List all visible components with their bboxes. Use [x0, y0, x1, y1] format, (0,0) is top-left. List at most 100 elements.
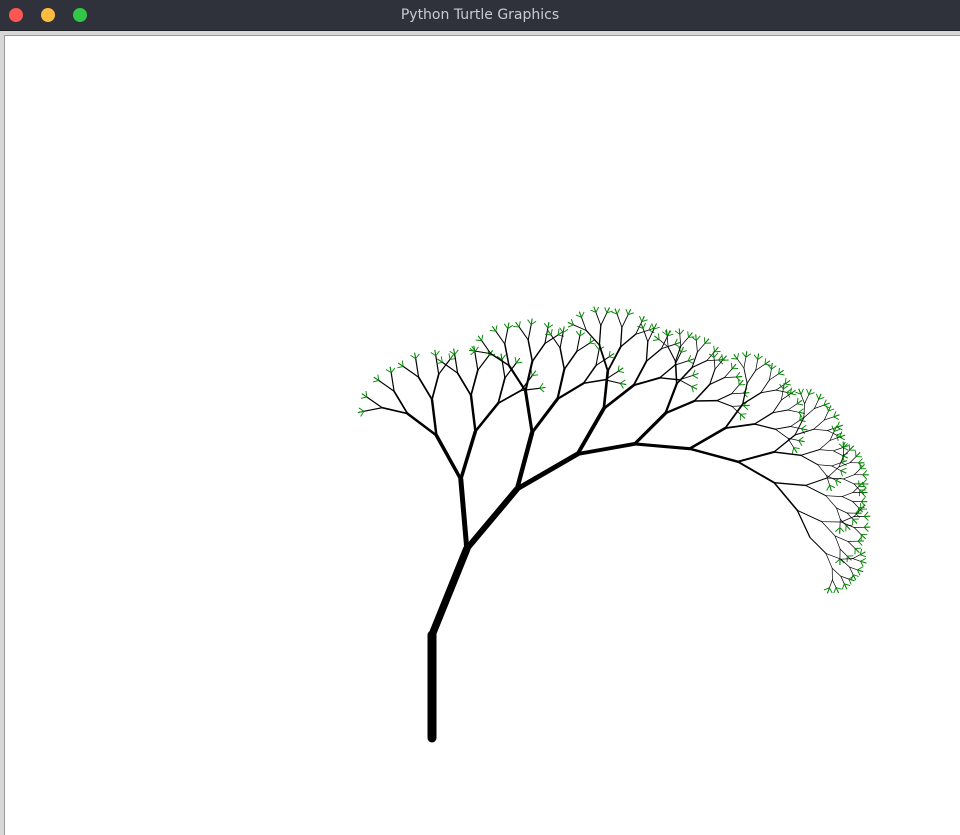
fractal-tree-drawing: [357, 306, 871, 743]
tree-leaf: [360, 396, 367, 399]
tree-branch: [796, 509, 823, 523]
tree-branch: [598, 324, 602, 346]
tree-branch: [531, 342, 546, 363]
tree-leaf: [543, 323, 549, 329]
tree-branch: [842, 474, 855, 480]
tree-branch: [667, 346, 677, 362]
tree-branch: [724, 368, 733, 378]
tree-leaf: [845, 525, 851, 530]
tree-branch: [841, 496, 854, 502]
tree-leaf: [753, 354, 759, 360]
tree-branch: [813, 419, 825, 430]
tree-leaf: [741, 352, 747, 358]
tree-branch: [743, 367, 748, 384]
tree-leaf: [778, 373, 785, 376]
tree-leaf: [829, 587, 833, 594]
tree-leaf: [839, 436, 846, 441]
tree-branch: [800, 454, 819, 466]
tree-branch: [839, 548, 848, 557]
tree-leaf: [740, 413, 747, 415]
tree-leaf: [806, 388, 810, 395]
tree-branch: [842, 478, 855, 485]
tree-branch: [633, 411, 668, 446]
tree-branch: [645, 341, 649, 362]
tree-branch: [800, 449, 820, 456]
tree-branch: [530, 397, 560, 435]
tree-branch: [402, 365, 420, 378]
tree-leaf: [857, 566, 863, 571]
tree-leaf: [785, 383, 792, 386]
tree-branch: [527, 323, 532, 341]
tree-leaf: [835, 527, 841, 532]
tree-leaf: [790, 393, 797, 396]
tree-leaf: [514, 357, 517, 364]
tree-branch: [469, 394, 477, 433]
tree-branch: [454, 353, 459, 374]
tree-branch: [843, 449, 850, 457]
tree-branch: [417, 376, 433, 401]
tree-branch: [790, 419, 801, 427]
tree-branch: [697, 342, 706, 353]
tree-branch: [434, 433, 463, 482]
tree-branch: [833, 450, 843, 456]
tree-branch: [576, 335, 581, 352]
tree-branch: [787, 409, 800, 413]
tree-branch: [363, 407, 383, 412]
tree-branch: [825, 495, 843, 497]
tree-leaf: [503, 323, 509, 329]
tree-leaf: [800, 388, 804, 395]
tree-branch: [736, 451, 775, 463]
tree-leaf: [863, 526, 869, 532]
tree-branch: [688, 447, 740, 463]
tree-branch: [731, 384, 740, 395]
tree-leaf: [798, 408, 804, 413]
tree-leaf: [825, 405, 829, 412]
tree-leaf: [703, 337, 706, 344]
tree-branch: [431, 373, 440, 401]
tree-branch: [773, 434, 796, 453]
tree-branch: [773, 481, 799, 512]
tree-branch: [645, 348, 663, 362]
tree-leaf: [846, 555, 852, 561]
tree-leaf: [527, 319, 532, 325]
tree-branch: [474, 351, 479, 371]
tree-leaf: [695, 335, 701, 341]
tree-leaf: [713, 352, 719, 358]
tree-branch: [563, 350, 578, 371]
tree-branch: [736, 460, 776, 484]
tree-leaf: [860, 503, 862, 510]
tree-branch: [585, 329, 601, 346]
tree-branch: [833, 447, 844, 452]
tree-leaf: [501, 354, 506, 360]
tree-branch: [693, 383, 711, 402]
tree-leaf: [550, 329, 553, 336]
tree-leaf: [854, 548, 860, 553]
tree-branch: [559, 347, 566, 371]
tree-branch: [772, 399, 782, 414]
tree-leaf: [713, 345, 715, 352]
tree-branch: [805, 477, 828, 486]
tree-branch: [760, 389, 777, 394]
tree-branch: [753, 412, 774, 425]
tree-branch: [658, 339, 669, 348]
tree-branch: [695, 340, 698, 353]
tree-leaf: [815, 393, 820, 400]
tree-leaf: [840, 467, 847, 471]
tree-branch: [849, 456, 857, 464]
tree-branch: [688, 426, 727, 451]
tree-branch: [666, 334, 669, 348]
tree-branch: [832, 579, 837, 588]
tree-branch: [507, 364, 527, 392]
tree-leaf: [620, 379, 626, 384]
tree-branch: [841, 492, 854, 497]
tree-branch: [713, 357, 716, 370]
tree-leaf: [779, 383, 784, 390]
tree-leaf: [575, 330, 581, 337]
tree-branch: [430, 398, 438, 437]
tree-branch: [853, 468, 861, 476]
tree-branch: [840, 516, 855, 523]
tree-leaf: [704, 338, 710, 344]
tree-leaf: [736, 353, 739, 360]
tree-branch: [716, 393, 733, 402]
tree-leaf: [860, 504, 866, 510]
